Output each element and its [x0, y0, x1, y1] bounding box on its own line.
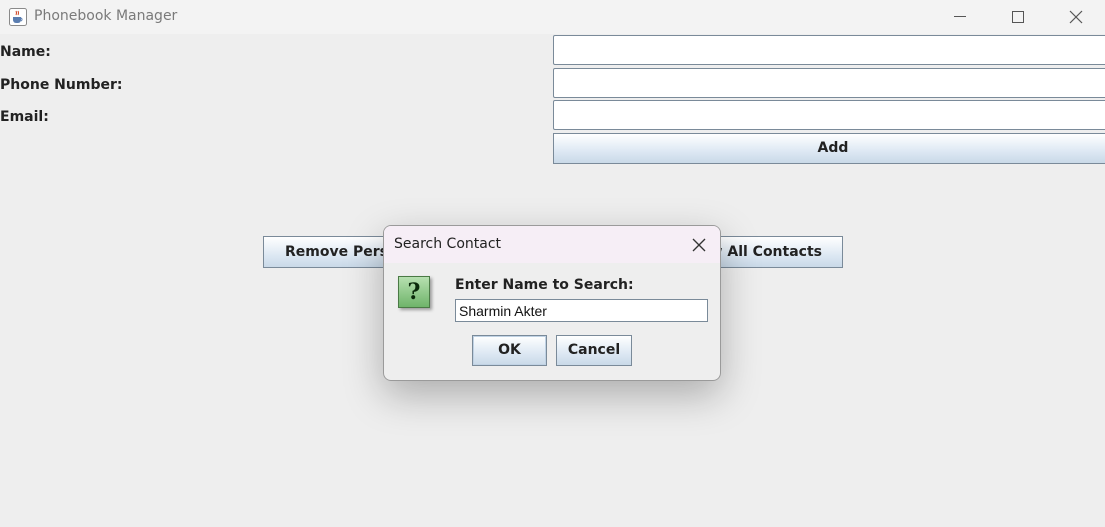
- close-window-button[interactable]: [1047, 0, 1105, 34]
- dialog-title-bar: Search Contact: [384, 226, 720, 263]
- question-icon: ?: [398, 276, 430, 308]
- minimize-button[interactable]: [931, 0, 989, 34]
- search-name-input[interactable]: [455, 299, 708, 322]
- name-label: Name:: [0, 44, 51, 60]
- email-field[interactable]: [553, 100, 1105, 130]
- phone-number-label: Phone Number:: [0, 77, 123, 93]
- window-title: Phonebook Manager: [34, 8, 178, 24]
- minimize-icon: [954, 16, 966, 17]
- close-icon: [1069, 10, 1083, 24]
- phone-number-field[interactable]: [553, 68, 1105, 98]
- dialog-title: Search Contact: [394, 236, 502, 252]
- add-button[interactable]: Add: [553, 133, 1105, 164]
- email-label: Email:: [0, 109, 49, 125]
- ok-button[interactable]: OK: [472, 335, 547, 366]
- search-prompt-label: Enter Name to Search:: [455, 277, 634, 293]
- name-field[interactable]: [553, 35, 1105, 65]
- phonebook-window: Phonebook Manager Name: Phone Number: Em…: [0, 0, 1105, 527]
- search-contact-dialog: Search Contact ? Enter Name to Search: O…: [383, 225, 721, 381]
- java-coffee-cup-icon: [9, 8, 27, 26]
- title-bar: Phonebook Manager: [0, 0, 1105, 34]
- maximize-icon: [1012, 11, 1024, 23]
- maximize-button[interactable]: [989, 0, 1047, 34]
- dialog-close-icon[interactable]: [688, 234, 710, 256]
- cancel-button[interactable]: Cancel: [556, 335, 632, 366]
